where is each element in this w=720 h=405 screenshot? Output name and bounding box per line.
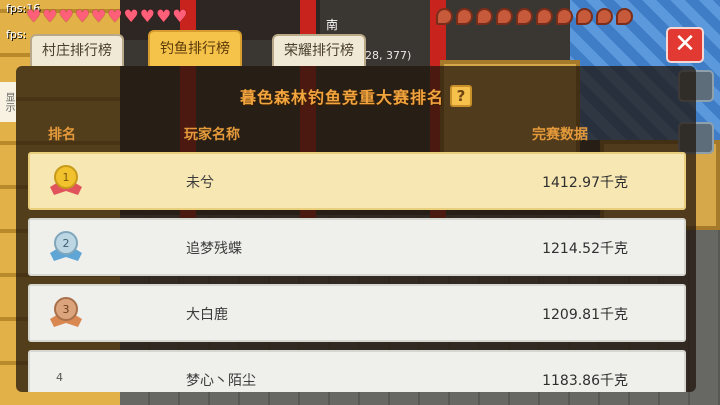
heart-icon: ♥ — [74, 7, 90, 27]
help-button[interactable]: ? — [450, 85, 472, 107]
table-row[interactable]: 4 梦心丶陌尘 1183.86千克 — [28, 350, 686, 392]
hunger-bar — [436, 8, 633, 25]
heart-icon: ♥ — [26, 7, 42, 27]
silver-medal-icon: 2 — [50, 231, 82, 261]
column-header-player: 玩家名称 — [184, 127, 240, 143]
medal-number: 2 — [63, 237, 70, 250]
health-bar: ♥ ♥ ♥ ♥ ♥ ♥ ♥ ♥ ♥ ♥ — [26, 9, 188, 26]
medal-number: 3 — [63, 303, 70, 316]
rank-number: 4 — [56, 371, 63, 384]
heart-icon: ♥ — [107, 7, 123, 27]
player-score: 1183.86千克 — [542, 373, 628, 389]
fps-counter-secondary: fps: — [6, 28, 27, 41]
meat-icon — [476, 8, 493, 25]
player-score: 1209.81千克 — [542, 307, 628, 323]
close-button[interactable]: ✕ — [666, 27, 704, 63]
column-header-score: 完赛数据 — [532, 127, 588, 143]
bronze-medal-icon: 3 — [50, 297, 82, 327]
heart-icon: ♥ — [172, 7, 188, 27]
player-name: 梦心丶陌尘 — [186, 373, 256, 389]
player-score: 1412.97千克 — [542, 175, 628, 191]
meat-icon — [436, 8, 453, 25]
meat-icon — [556, 8, 573, 25]
meat-icon — [576, 8, 593, 25]
medal-number: 1 — [63, 171, 70, 184]
column-header-rank: 排名 — [48, 127, 76, 143]
heart-icon: ♥ — [123, 7, 139, 27]
tab-village-ranking[interactable]: 村庄排行榜 — [30, 34, 124, 66]
heart-icon: ♥ — [139, 7, 155, 27]
player-score: 1214.52千克 — [542, 241, 628, 257]
meat-icon — [496, 8, 513, 25]
tab-honor-ranking[interactable]: 荣耀排行榜 — [272, 34, 366, 66]
heart-icon: ♥ — [42, 7, 58, 27]
compass-direction: 南 — [326, 18, 339, 32]
coordinates: 28, 377) — [365, 49, 412, 62]
heart-icon: ♥ — [58, 7, 74, 27]
meat-icon — [596, 8, 613, 25]
side-tab[interactable]: 显示 — [0, 82, 16, 122]
leaderboard-panel: 暮色森林钓鱼竞重大赛排名? 排名 玩家名称 完赛数据 1 未兮 1412.97千… — [16, 66, 696, 392]
gold-medal-icon: 1 — [50, 165, 82, 195]
table-row[interactable]: 1 未兮 1412.97千克 — [28, 152, 686, 210]
player-name: 追梦残蝶 — [186, 241, 242, 257]
tab-fishing-ranking[interactable]: 钓鱼排行榜 — [148, 30, 242, 66]
heart-icon: ♥ — [91, 7, 107, 27]
meat-icon — [516, 8, 533, 25]
panel-header: 暮色森林钓鱼竞重大赛排名? — [16, 84, 696, 108]
meat-icon — [536, 8, 553, 25]
meat-icon — [616, 8, 633, 25]
table-row[interactable]: 3 大白鹿 1209.81千克 — [28, 284, 686, 342]
close-icon: ✕ — [674, 29, 696, 59]
player-name: 未兮 — [186, 175, 214, 191]
panel-title: 暮色森林钓鱼竞重大赛排名 — [239, 88, 444, 107]
heart-icon: ♥ — [156, 7, 172, 27]
table-row[interactable]: 2 追梦残蝶 1214.52千克 — [28, 218, 686, 276]
player-name: 大白鹿 — [186, 307, 228, 323]
meat-icon — [456, 8, 473, 25]
